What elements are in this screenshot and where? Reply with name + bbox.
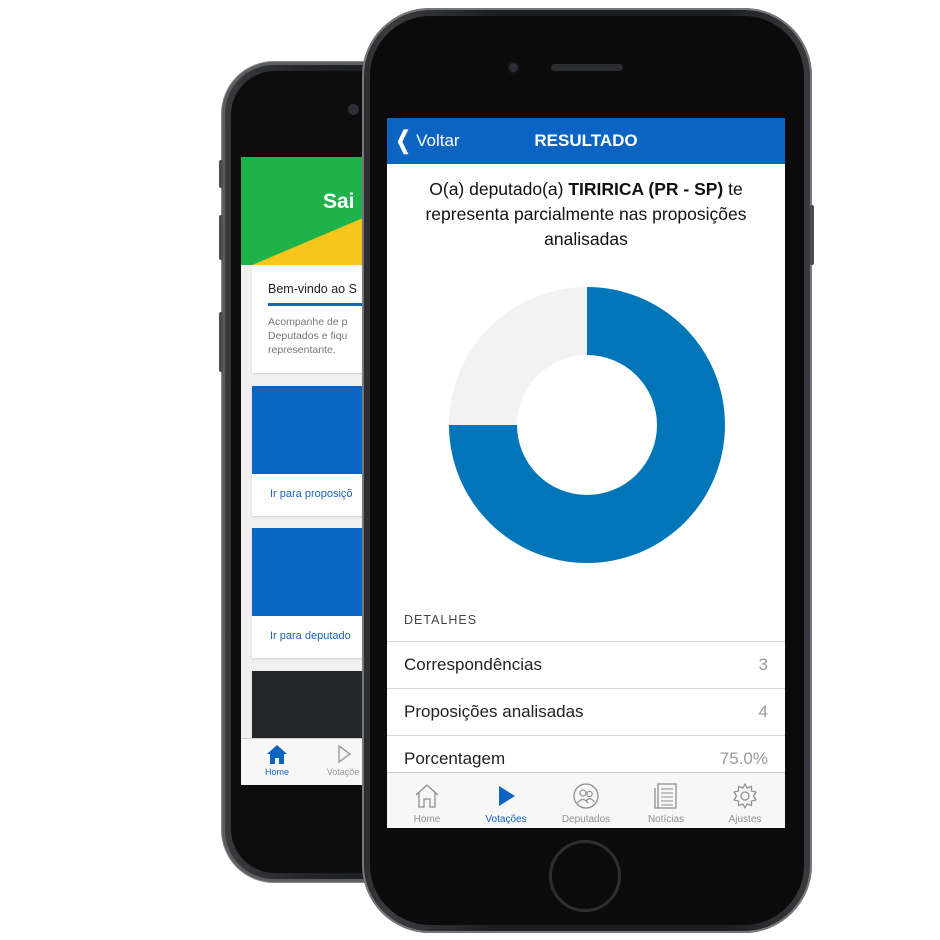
row-divider bbox=[387, 688, 785, 689]
banner-title: Sai bbox=[323, 190, 355, 213]
back-phone-camera bbox=[348, 104, 359, 115]
page-title: RESULTADO bbox=[534, 131, 638, 150]
home-button[interactable] bbox=[549, 840, 621, 912]
percentage-label: Porcentagem bbox=[404, 749, 506, 768]
deputy-name: TIRIRICA (PR - SP) bbox=[568, 179, 724, 199]
people-icon bbox=[573, 783, 599, 809]
propositions-link[interactable]: Ir para proposiçõ bbox=[270, 488, 353, 500]
analyzed-value: 4 bbox=[758, 702, 768, 721]
back-tab-home-label: Home bbox=[264, 767, 289, 777]
tab-deputies-label: Deputados bbox=[561, 814, 611, 825]
tab-bar: Home Votações Deputados Notícias Ajustes bbox=[387, 772, 785, 828]
details-row-matches: Correspondências 3 bbox=[387, 641, 785, 687]
front-phone-power-button bbox=[810, 205, 814, 265]
result-headline: O(a) deputado(a) TIRIRICA (PR - SP) te r… bbox=[403, 177, 769, 252]
tab-settings-label: Ajustes bbox=[728, 814, 762, 825]
details-row-analyzed: Proposições analisadas 4 bbox=[387, 688, 785, 734]
matches-label: Correspondências bbox=[404, 655, 542, 674]
home-icon bbox=[415, 784, 439, 808]
tab-news-label: Notícias bbox=[647, 814, 685, 825]
percentage-value: 75.0% bbox=[719, 749, 768, 768]
front-phone-camera bbox=[507, 61, 520, 74]
home-icon bbox=[267, 745, 287, 764]
tab-deputies[interactable]: Deputados bbox=[546, 773, 626, 828]
result-screen: ❮ Voltar RESULTADO O(a) deputado(a) TIRI… bbox=[387, 118, 785, 828]
deputies-link[interactable]: Ir para deputado bbox=[270, 630, 351, 642]
welcome-title: Bem-vindo ao S bbox=[268, 282, 357, 296]
tab-home-label: Home bbox=[413, 814, 441, 825]
tab-home[interactable]: Home bbox=[387, 773, 467, 828]
banner-yellow-stripe bbox=[241, 187, 381, 265]
back-phone-mute-switch bbox=[219, 160, 223, 188]
donut-slice-non-matches bbox=[449, 287, 587, 425]
back-home-banner: Sai bbox=[241, 157, 381, 265]
back-phone-screen: Sai Bem-vindo ao S Acompanhe de p Deputa… bbox=[241, 157, 381, 785]
play-icon bbox=[338, 744, 352, 764]
row-divider bbox=[387, 735, 785, 736]
back-tab-home[interactable]: Home bbox=[247, 743, 307, 777]
analyzed-label: Proposições analisadas bbox=[404, 702, 584, 721]
tab-votes-label: Votações bbox=[485, 814, 527, 825]
welcome-text: Acompanhe de p Deputados e fiqu represen… bbox=[268, 316, 348, 356]
tab-settings[interactable]: Ajustes bbox=[705, 773, 785, 828]
row-divider bbox=[387, 641, 785, 642]
gear-icon bbox=[733, 783, 757, 809]
tab-news[interactable]: Notícias bbox=[626, 773, 706, 828]
navigation-bar: ❮ Voltar RESULTADO bbox=[387, 118, 785, 164]
back-tab-bar: Home Votaçõe bbox=[241, 738, 381, 785]
back-phone-volume-up bbox=[219, 215, 223, 260]
matches-value: 3 bbox=[758, 655, 768, 674]
headline-prefix: O(a) deputado(a) bbox=[429, 179, 569, 199]
front-phone-speaker bbox=[551, 64, 623, 71]
play-icon bbox=[499, 786, 515, 806]
details-section-header: DETALHES bbox=[404, 613, 478, 627]
back-phone-volume-down bbox=[219, 312, 223, 372]
tab-votes[interactable]: Votações bbox=[466, 773, 546, 828]
news-icon bbox=[654, 783, 677, 809]
result-donut-chart bbox=[449, 287, 725, 563]
